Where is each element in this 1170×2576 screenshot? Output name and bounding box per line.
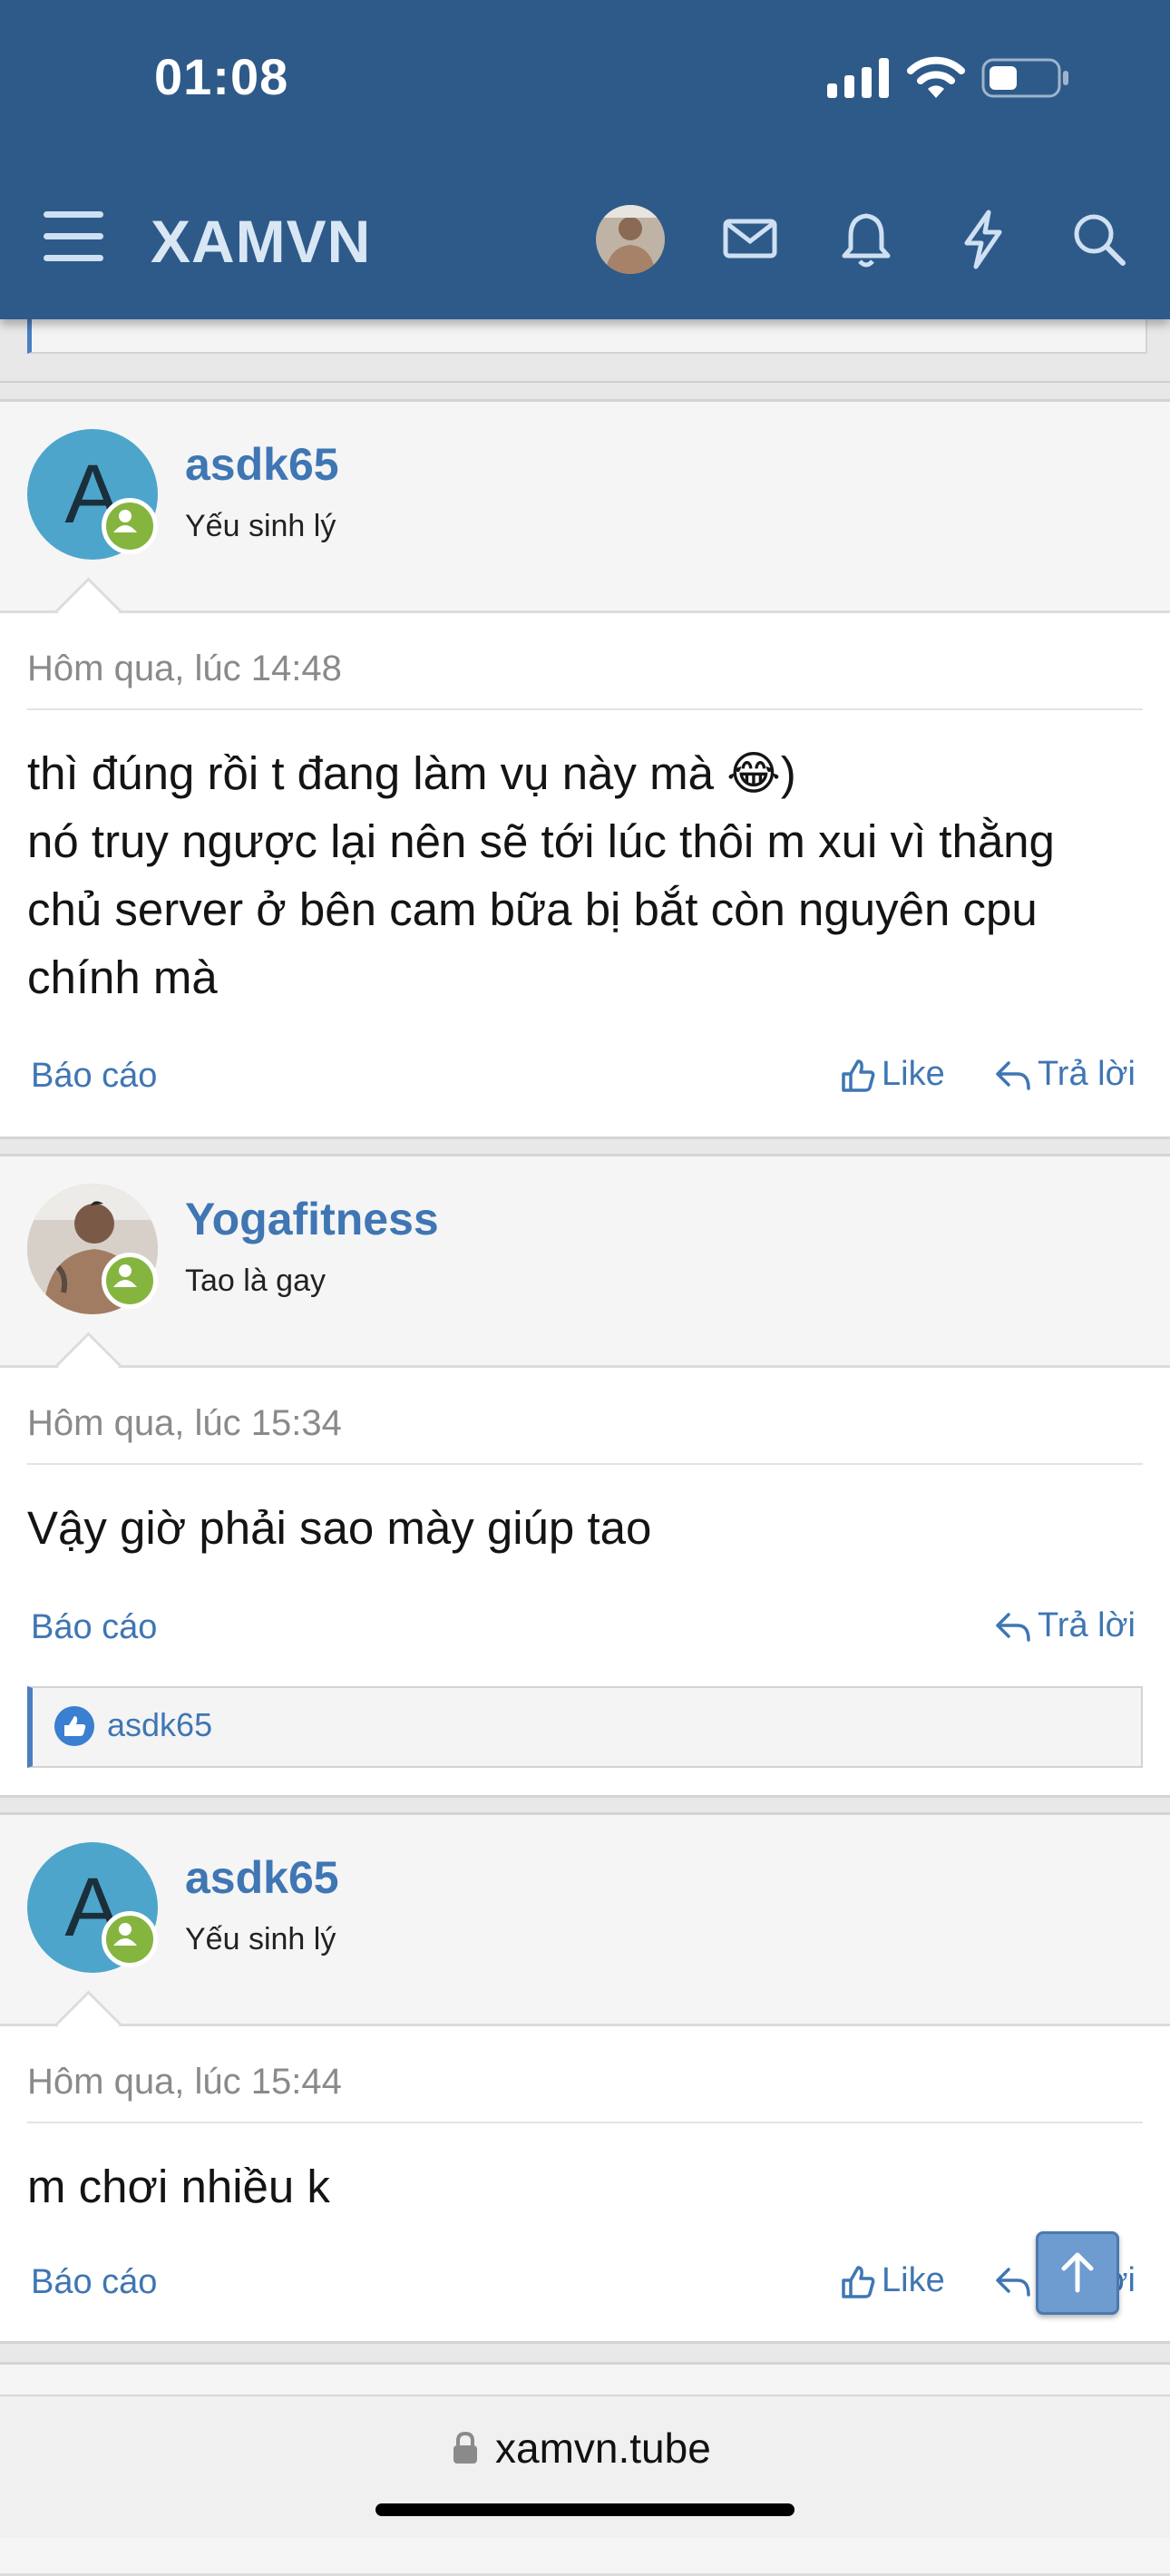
bell-icon[interactable] — [833, 205, 900, 272]
text-line: chủ server ở bên cam bữa bị bắt còn nguy… — [27, 883, 1038, 935]
username[interactable]: Yogafitness — [185, 1193, 439, 1245]
battery-icon — [981, 58, 1068, 98]
post-date[interactable]: Hôm qua, lúc 14:48 — [27, 649, 342, 689]
post-content: thì đúng rồi t đang làm vụ này mà 😂) nó … — [27, 739, 1143, 1011]
reply-button[interactable]: Trả lời — [994, 1606, 1136, 1645]
online-status-icon — [102, 1253, 158, 1309]
username[interactable]: asdk65 — [185, 438, 339, 491]
post: Yogafitness Tao là gay Hôm qua, lúc 15:3… — [0, 1154, 1170, 1798]
arrow-up-icon — [1061, 2252, 1094, 2293]
report-link[interactable]: Báo cáo — [31, 1057, 157, 1096]
text-line: m chơi nhiều k — [27, 2161, 330, 2212]
reply-icon — [996, 2268, 1030, 2297]
post: A asdk65 Yếu sinh lý Hôm qua, lúc 14:48 … — [0, 399, 1170, 1139]
online-status-icon — [102, 1911, 158, 1967]
reaction-bar[interactable]: asdk65 — [27, 1686, 1143, 1768]
post-content: m chơi nhiều k — [27, 2152, 1143, 2220]
thumbs-up-icon — [842, 2266, 875, 2298]
username[interactable]: asdk65 — [185, 1851, 339, 1904]
post-date[interactable]: Hôm qua, lúc 15:34 — [27, 1403, 342, 1444]
divider — [0, 381, 1170, 383]
report-link[interactable]: Báo cáo — [31, 1608, 157, 1647]
wifi-icon — [907, 56, 965, 98]
text-line: nó truy ngược lại nên sẽ tới lúc thôi m … — [27, 815, 1055, 867]
text-line: thì đúng rồi t đang làm vụ này mà 😂) — [27, 747, 796, 799]
user-title: Yếu sinh lý — [185, 1922, 336, 1956]
reply-label: Trả lời — [1038, 1055, 1136, 1093]
search-icon[interactable] — [1065, 205, 1132, 272]
post-header: A asdk65 Yếu sinh lý — [0, 1815, 1170, 2056]
pointer — [55, 577, 122, 643]
home-indicator[interactable] — [375, 2503, 795, 2516]
post-date[interactable]: Hôm qua, lúc 15:44 — [27, 2062, 342, 2103]
like-reaction-icon — [54, 1706, 94, 1746]
user-title: Tao là gay — [185, 1264, 326, 1298]
url-text[interactable]: xamvn.tube — [495, 2424, 711, 2473]
like-label: Like — [882, 1055, 945, 1093]
divider — [27, 2122, 1143, 2123]
post-header: A asdk65 Yếu sinh lý — [0, 402, 1170, 643]
post-header: Yogafitness Tao là gay — [0, 1156, 1170, 1398]
reply-icon — [996, 1061, 1030, 1090]
report-link[interactable]: Báo cáo — [31, 2263, 157, 2302]
status-time: 01:08 — [154, 48, 289, 105]
text-line: Vậy giờ phải sao mày giúp tao — [27, 1502, 652, 1554]
online-status-icon — [102, 498, 158, 554]
reaction-user[interactable]: asdk65 — [107, 1706, 212, 1744]
post-content: Vậy giờ phải sao mày giúp tao — [27, 1494, 1143, 1562]
pointer — [55, 1332, 122, 1398]
reply-label: Trả lời — [1038, 1606, 1136, 1644]
reply-icon — [996, 1613, 1030, 1642]
like-button[interactable]: Like — [840, 1055, 945, 1094]
like-button[interactable]: Like — [840, 2261, 945, 2300]
user-title: Yếu sinh lý — [185, 509, 336, 543]
divider — [27, 708, 1143, 710]
divider — [27, 1463, 1143, 1465]
lightning-icon[interactable] — [949, 205, 1016, 272]
like-label: Like — [882, 2261, 945, 2299]
top-navigation-bar: 01:08 XAMVN — [0, 0, 1170, 319]
thumbs-up-icon — [842, 1059, 875, 1092]
scroll-to-top-button[interactable] — [1036, 2231, 1119, 2315]
browser-address-bar[interactable]: xamvn.tube — [0, 2395, 1170, 2538]
user-avatar[interactable] — [596, 205, 665, 274]
mail-icon[interactable] — [717, 205, 784, 272]
site-logo[interactable]: XAMVN — [151, 207, 371, 276]
lock-icon — [453, 2431, 477, 2464]
reply-button[interactable]: Trả lời — [994, 1055, 1136, 1094]
menu-icon[interactable] — [44, 211, 103, 262]
text-line: chính mà — [27, 951, 218, 1003]
cellular-signal-icon — [827, 58, 889, 98]
post: A asdk65 Yếu sinh lý Hôm qua, lúc 15:44 … — [0, 1812, 1170, 2344]
pointer — [55, 1990, 122, 2056]
